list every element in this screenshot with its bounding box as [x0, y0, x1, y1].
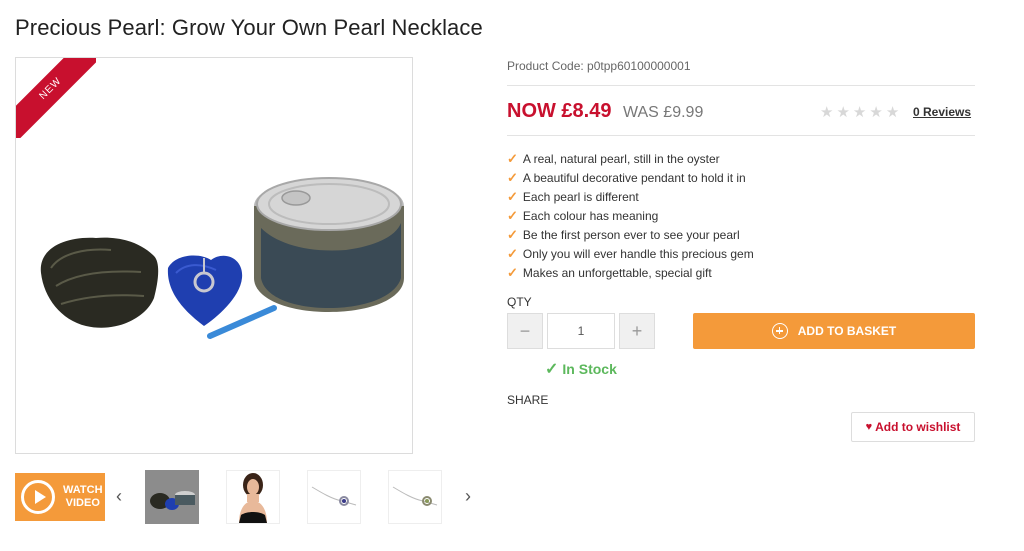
page-title: Precious Pearl: Grow Your Own Pearl Neck… — [15, 15, 483, 40]
feature-item: ✓ Be the first person ever to see your pe… — [507, 225, 754, 244]
thumbnail-model[interactable] — [226, 470, 280, 524]
thumbnail-image — [392, 486, 438, 506]
feature-item: ✓ A real, natural pearl, still in the oys… — [507, 149, 754, 168]
thumbnail-pendant-1[interactable] — [307, 470, 361, 524]
check-icon: ✓ — [507, 188, 518, 204]
thumbnail-prev-icon[interactable]: ‹ — [112, 486, 126, 507]
check-icon: ✓ — [507, 226, 518, 242]
check-icon: ✓ — [507, 207, 518, 223]
star-icon: ★ — [885, 104, 900, 121]
watch-video-button[interactable]: WATCH VIDEO — [15, 473, 105, 521]
watch-line-2: VIDEO — [65, 497, 100, 509]
feature-item: ✓ Each colour has meaning — [507, 206, 754, 225]
star-icon: ★ — [869, 104, 883, 121]
feature-text: A beautiful decorative pendant to hold i… — [522, 170, 746, 185]
feature-item: ✓ Only you will ever handle this precious… — [507, 244, 754, 263]
feature-item: ✓ A beautiful decorative pendant to hold … — [507, 168, 754, 187]
thumbnail-pendant-2[interactable] — [388, 470, 442, 524]
feature-text: Each pearl is different — [522, 189, 639, 204]
reviews-link[interactable]: 0 Reviews — [913, 105, 971, 119]
add-to-basket-label: ADD TO BASKET — [797, 324, 897, 338]
thumbnail-image — [311, 486, 357, 506]
star-icon: ★ — [836, 104, 850, 121]
price-was: WAS £9.99 — [623, 104, 704, 121]
divider — [507, 135, 975, 136]
new-badge: NEW — [16, 58, 96, 138]
feature-item: ✓ Each pearl is different — [507, 187, 754, 206]
feature-text: Only you will ever handle this precious … — [522, 246, 754, 261]
thumbnail-next-icon[interactable]: › — [461, 486, 475, 507]
star-icon: ★ — [852, 104, 867, 121]
feature-text: Makes an unforgettable, special gift — [522, 265, 712, 280]
add-to-wishlist-button[interactable]: ♥ Add to wishlist — [851, 412, 975, 442]
add-to-basket-button[interactable]: ADD TO BASKET — [693, 313, 975, 349]
feature-text: Each colour has meaning — [522, 208, 659, 223]
wishlist-label: Add to wishlist — [875, 420, 961, 434]
rating-stars: ★ ★ ★ ★ ★ — [820, 103, 899, 121]
qty-input[interactable] — [547, 313, 615, 349]
feature-list: ✓ A real, natural pearl, still in the oys… — [507, 149, 754, 282]
watch-video-label: WATCH VIDEO — [63, 484, 103, 510]
new-badge-label: NEW — [16, 58, 96, 138]
price-now: NOW £8.49 — [507, 100, 612, 122]
check-icon: ✓ — [507, 150, 518, 166]
watch-line-1: WATCH — [63, 484, 103, 496]
qty-increase-button[interactable]: + — [619, 313, 655, 349]
share-label: SHARE — [507, 393, 549, 407]
heart-icon: ♥ — [865, 421, 873, 433]
divider — [507, 85, 975, 86]
check-icon: ✓ — [507, 169, 518, 185]
stock-status: ✓ In Stock — [545, 359, 617, 379]
thumbnail-product-set[interactable] — [145, 470, 199, 524]
play-icon — [21, 480, 55, 514]
check-icon: ✓ — [507, 264, 518, 280]
check-icon: ✓ — [507, 245, 518, 261]
main-product-image[interactable]: NEW — [15, 57, 413, 454]
qty-label: QTY — [507, 295, 532, 309]
star-icon: ★ — [820, 104, 834, 121]
thumbnail-image — [239, 473, 267, 523]
qty-decrease-button[interactable]: − — [507, 313, 543, 349]
product-code: Product Code: p0tpp60100000001 — [507, 59, 691, 73]
stock-label: In Stock — [562, 361, 617, 377]
feature-text: A real, natural pearl, still in the oyst… — [522, 151, 720, 166]
thumbnail-image — [150, 491, 195, 510]
plus-circle-icon — [771, 323, 788, 339]
feature-item: ✓ Makes an unforgettable, special gift — [507, 263, 754, 282]
feature-text: Be the first person ever to see your pea… — [522, 227, 740, 242]
check-icon: ✓ — [545, 361, 559, 378]
